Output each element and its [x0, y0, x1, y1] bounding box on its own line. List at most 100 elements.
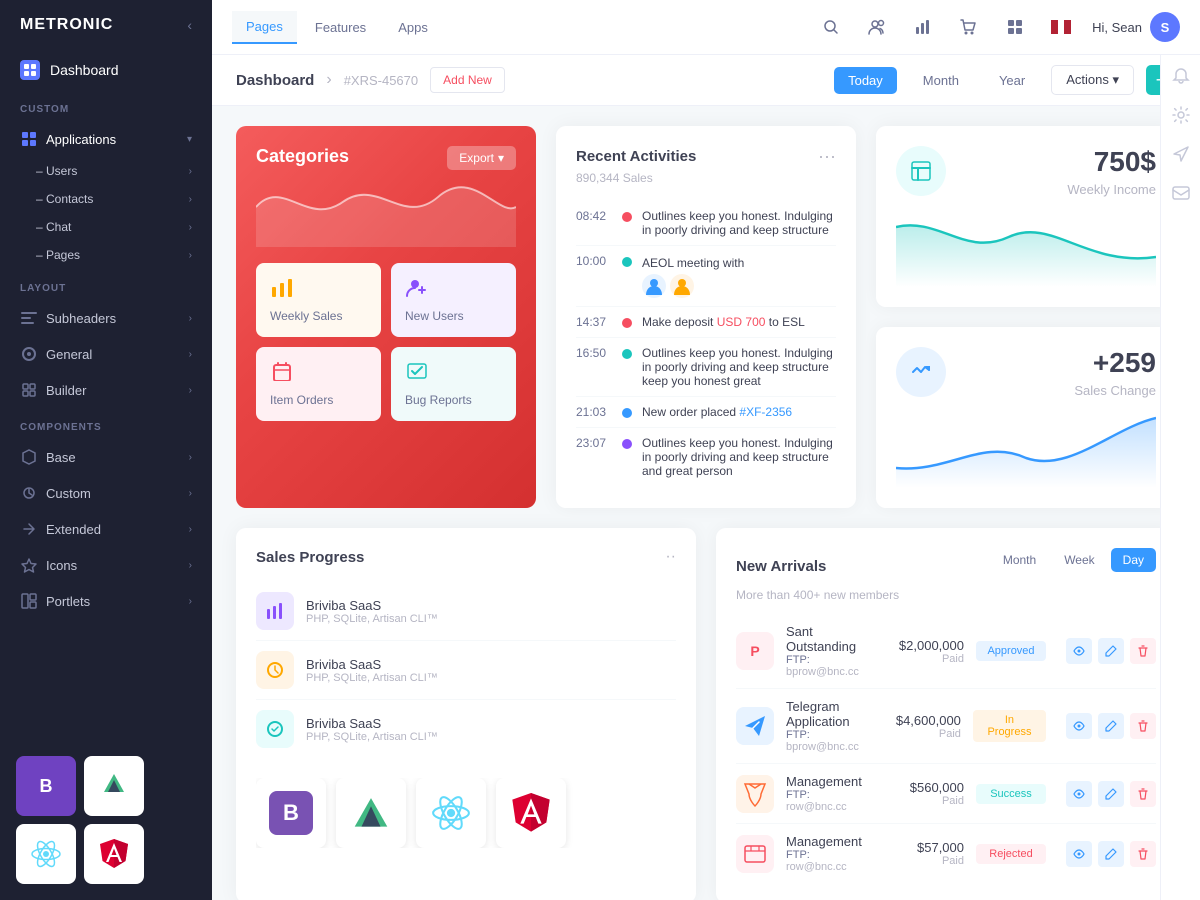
chart-icon[interactable]: [908, 12, 938, 42]
arrival-delete-1[interactable]: [1130, 638, 1156, 664]
category-new-users[interactable]: New Users: [391, 263, 516, 337]
new-users-label: New Users: [405, 309, 502, 323]
sidebar-item-icons[interactable]: Icons ›: [0, 547, 212, 583]
panel-bell-icon[interactable]: [1172, 67, 1190, 90]
arrival-view-2[interactable]: [1066, 713, 1092, 739]
sidebar-item-portlets[interactable]: Portlets ›: [0, 583, 212, 619]
sidebar-item-general[interactable]: General ›: [0, 336, 212, 372]
avatar-2: [670, 274, 694, 298]
arrival-actions-3: [1066, 781, 1156, 807]
sales-sub-3: PHP, SQLite, Artisan CLI™: [306, 731, 676, 743]
month-button[interactable]: Month: [909, 67, 973, 94]
arrival-edit-2[interactable]: [1098, 713, 1124, 739]
today-button[interactable]: Today: [834, 67, 897, 94]
panel-send-icon[interactable]: [1172, 145, 1190, 168]
bootstrap-icon[interactable]: B: [16, 756, 76, 816]
panel-mail-icon[interactable]: [1172, 184, 1190, 207]
categories-title: Categories: [256, 146, 349, 166]
tab-pages[interactable]: Pages: [232, 11, 297, 44]
vue-logo[interactable]: [336, 778, 406, 848]
activity-time-2: 10:00: [576, 254, 612, 268]
section-layout: LAYOUT: [0, 269, 212, 300]
bootstrap-logo[interactable]: B: [256, 778, 326, 848]
arrival-view-4[interactable]: [1066, 841, 1092, 867]
flag-icon[interactable]: [1046, 12, 1076, 42]
sidebar-item-extended[interactable]: Extended ›: [0, 511, 212, 547]
top-grid: Categories Export ▾ Wee: [236, 126, 1176, 508]
category-weekly-sales[interactable]: Weekly Sales: [256, 263, 381, 337]
arrival-paid-4: Paid: [874, 855, 964, 867]
new-users-icon: [405, 277, 502, 303]
arrivals-tab-month[interactable]: Month: [991, 548, 1048, 572]
tab-apps[interactable]: Apps: [384, 12, 442, 43]
year-button[interactable]: Year: [985, 67, 1039, 94]
export-chevron: ▾: [498, 151, 504, 165]
arrival-view-3[interactable]: [1066, 781, 1092, 807]
sidebar-item-base[interactable]: Base ›: [0, 439, 212, 475]
activity-time-1: 08:42: [576, 209, 612, 223]
actions-button[interactable]: Actions ▾: [1051, 65, 1134, 95]
activity-text-3: Make deposit USD 700 to ESL: [642, 315, 836, 329]
sidebar-item-applications[interactable]: Applications ▾: [0, 121, 212, 157]
sidebar-dashboard-item[interactable]: Dashboard: [0, 50, 212, 90]
arrival-actions-2: [1066, 713, 1156, 739]
sidebar-item-pages[interactable]: – Pages ›: [0, 241, 212, 269]
arrival-delete-3[interactable]: [1130, 781, 1156, 807]
subheaders-icon: [20, 309, 38, 327]
sidebar-item-custom[interactable]: Custom ›: [0, 475, 212, 511]
vue-icon[interactable]: [84, 756, 144, 816]
icons-label: Icons: [46, 558, 77, 573]
arrival-view-1[interactable]: [1066, 638, 1092, 664]
activities-subtitle: 890,344 Sales: [576, 171, 836, 185]
sidebar-item-users[interactable]: – Users ›: [0, 157, 212, 185]
arrival-delete-4[interactable]: [1130, 841, 1156, 867]
svg-text:P: P: [750, 643, 759, 659]
arrival-edit-3[interactable]: [1098, 781, 1124, 807]
tab-features[interactable]: Features: [301, 12, 380, 43]
recent-activities-card: Recent Activities ··· 890,344 Sales 08:4…: [556, 126, 856, 508]
user-group-icon[interactable]: [862, 12, 892, 42]
arrivals-tab-day[interactable]: Day: [1111, 548, 1156, 572]
react-logo[interactable]: [416, 778, 486, 848]
arrival-edit-1[interactable]: [1098, 638, 1124, 664]
add-new-button[interactable]: Add New: [430, 67, 505, 93]
chat-arrow: ›: [189, 222, 192, 233]
arrival-delete-2[interactable]: [1130, 713, 1156, 739]
angular-logo[interactable]: [496, 778, 566, 848]
general-icon: [20, 345, 38, 363]
sidebar-item-contacts[interactable]: – Contacts ›: [0, 185, 212, 213]
grid-icon[interactable]: [1000, 12, 1030, 42]
react-icon[interactable]: [16, 824, 76, 884]
sidebar-collapse-button[interactable]: ‹: [187, 17, 192, 33]
custom-label: Custom: [46, 486, 91, 501]
extended-label: Extended: [46, 522, 101, 537]
sidebar-item-subheaders[interactable]: Subheaders ›: [0, 300, 212, 336]
sidebar-item-builder[interactable]: Builder ›: [0, 372, 212, 408]
base-icon: [20, 448, 38, 466]
arrivals-tab-week[interactable]: Week: [1052, 548, 1106, 572]
category-item-orders[interactable]: Item Orders: [256, 347, 381, 421]
sales-menu[interactable]: ··: [665, 548, 676, 566]
arrivals-header: New Arrivals Month Week Day: [736, 548, 1156, 584]
search-icon-button[interactable]: [816, 12, 846, 42]
subheader-title: Dashboard: [236, 72, 314, 89]
icons-icon: [20, 556, 38, 574]
activities-menu[interactable]: ···: [818, 146, 836, 167]
user-menu[interactable]: Hi, Sean S: [1092, 12, 1180, 42]
applications-label: Applications: [46, 132, 116, 147]
arrival-row-2: Telegram Application FTP: bprow@bnc.cc $…: [736, 689, 1156, 764]
category-bug-reports[interactable]: Bug Reports: [391, 347, 516, 421]
item-orders-icon: [270, 361, 367, 387]
main-area: Pages Features Apps Hi, Sean: [212, 0, 1200, 900]
cart-icon[interactable]: [954, 12, 984, 42]
portlets-icon: [20, 592, 38, 610]
activities-title: Recent Activities: [576, 148, 696, 165]
sidebar-item-chat[interactable]: – Chat ›: [0, 213, 212, 241]
logo-text: METRONIC: [20, 16, 113, 34]
activity-time-4: 16:50: [576, 346, 612, 360]
arrival-icon-3: [736, 775, 774, 813]
arrival-edit-4[interactable]: [1098, 841, 1124, 867]
angular-icon[interactable]: [84, 824, 144, 884]
arrivals-tabs: Month Week Day: [991, 548, 1156, 572]
panel-settings-icon[interactable]: [1172, 106, 1190, 129]
